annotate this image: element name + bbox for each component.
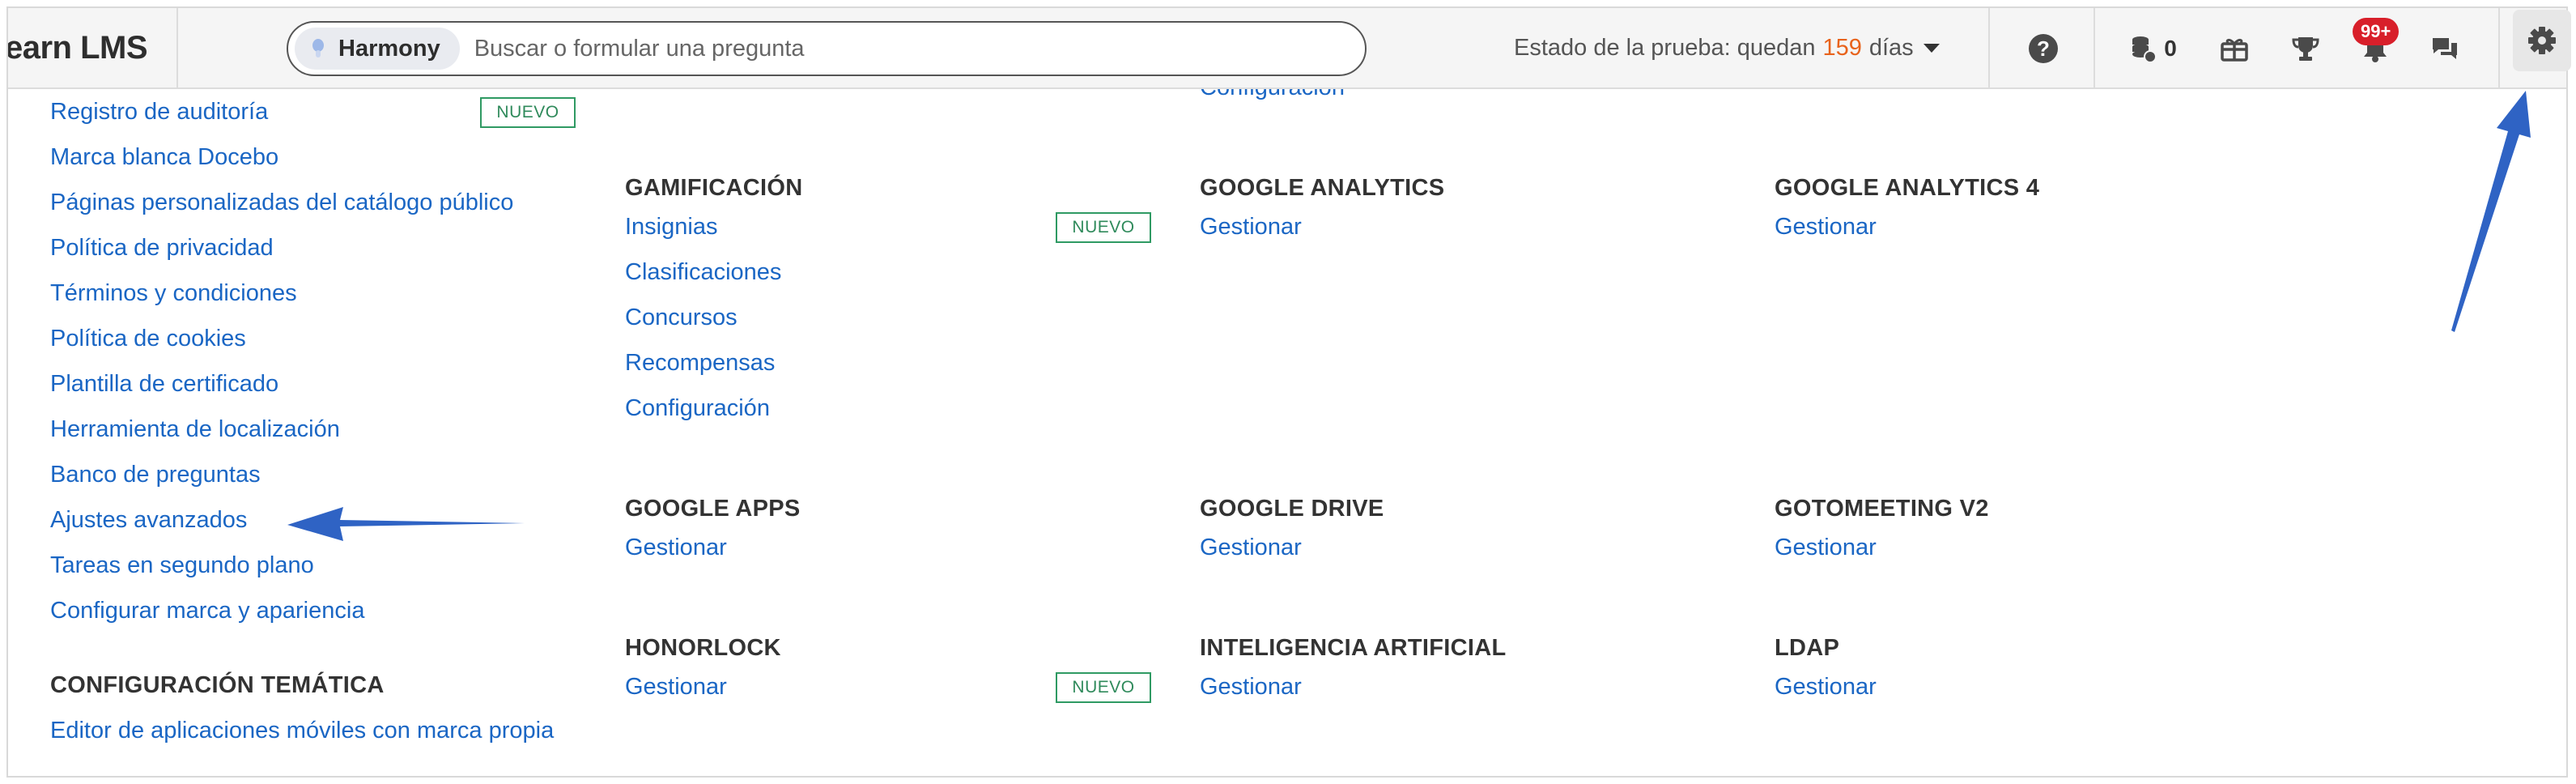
trophy-icon [2292,37,2319,61]
help-button[interactable]: ? [2022,28,2064,70]
menu-link-localization-tool[interactable]: Herramienta de localización [50,416,340,443]
section-title-gotomeeting: GOTOMEETING V2 [1775,496,1989,522]
menu-link-google-analytics-manage[interactable]: Gestionar [1200,214,1302,241]
divider [1988,8,1990,87]
trial-suffix: días [1868,34,1914,61]
menu-link-advanced-settings[interactable]: Ajustes avanzados [50,507,247,534]
search-bar[interactable]: Harmony Buscar o formular una pregunta [287,21,1367,76]
menu-link-mobile-app-editor[interactable]: Editor de aplicaciones móviles con marca… [50,718,554,744]
trial-status[interactable]: Estado de la prueba: quedan 159 días [1514,8,1940,87]
divider [2094,8,2095,87]
brand-logo[interactable]: earn LMS [8,8,178,87]
menu-link-question-bank[interactable]: Banco de preguntas [50,462,261,488]
trial-days: 159 [1822,34,1862,61]
top-bar: earn LMS Harmony Buscar o formular una p… [8,8,2566,89]
section-title-ldap: LDAP [1775,635,1840,661]
menu-link-audit-trail[interactable]: Registro de auditoría [50,99,268,126]
menu-link-public-catalog-pages[interactable]: Páginas personalizadas del catálogo públ… [50,190,513,216]
menu-link-background-jobs[interactable]: Tareas en segundo plano [50,552,314,579]
trial-prefix: Estado de la prueba: quedan [1514,34,1816,61]
menu-link-leaderboards[interactable]: Clasificaciones [625,259,781,286]
search-input[interactable]: Buscar o formular una pregunta [474,36,805,62]
chat-icon [2433,38,2457,59]
coins-icon [2132,36,2157,63]
section-title-google-analytics-4: GOOGLE ANALYTICS 4 [1775,175,2040,201]
new-badge: NUEVO [480,97,576,128]
menu-link-certificate-template[interactable]: Plantilla de certificado [50,371,278,398]
caret-down-icon [1923,43,1940,53]
menu-link-google-analytics-4-manage[interactable]: Gestionar [1775,214,1877,241]
coins-count: 0 [2164,36,2177,61]
settings-button[interactable] [2513,10,2571,71]
new-badge: NUEVO [1056,672,1151,703]
harmony-label: Harmony [338,35,440,62]
section-title-google-apps: GOOGLE APPS [625,496,801,522]
menu-link-badges[interactable]: Insignias [625,214,717,241]
menu-link-google-drive-manage[interactable]: Gestionar [1200,535,1302,561]
section-title-google-analytics: GOOGLE ANALYTICS [1200,175,1445,201]
menu-link-branding[interactable]: Configurar marca y apariencia [50,598,364,624]
menu-link-google-apps-manage[interactable]: Gestionar [625,535,727,561]
gear-icon [2528,27,2556,54]
menu-link-ldap-manage[interactable]: Gestionar [1775,674,1877,701]
menu-link-terms[interactable]: Términos y condiciones [50,280,297,307]
section-title-gamification: GAMIFICACIÓN [625,175,803,201]
section-title-google-drive: GOOGLE DRIVE [1200,496,1384,522]
section-title-theme: CONFIGURACIÓN TEMÁTICA [50,672,385,698]
menu-link-gotomeeting-manage[interactable]: Gestionar [1775,535,1877,561]
rewards-button[interactable] [2215,28,2254,70]
section-title-honorlock: HONORLOCK [625,635,781,661]
notifications-badge: 99+ [2353,18,2400,45]
leaderboard-button[interactable] [2286,28,2325,70]
menu-link-rewards[interactable]: Recompensas [625,350,775,377]
menu-link-cookie-policy[interactable]: Política de cookies [50,326,246,352]
harmony-icon [312,39,324,58]
messages-button[interactable] [2425,28,2464,70]
brand-name: earn LMS [6,29,148,66]
help-icon: ? [2029,34,2058,63]
new-badge: NUEVO [1056,212,1151,243]
section-title-ai: INTELIGENCIA ARTIFICIAL [1200,635,1507,661]
menu-link-ai-manage[interactable]: Gestionar [1200,674,1302,701]
menu-link-privacy-policy[interactable]: Política de privacidad [50,235,274,262]
divider [2498,8,2500,87]
menu-link-contests[interactable]: Concursos [625,305,738,331]
coins-button[interactable]: 0 [2121,28,2186,70]
menu-link-white-label[interactable]: Marca blanca Docebo [50,144,278,171]
gift-icon [2221,38,2248,62]
harmony-chip[interactable]: Harmony [295,28,460,70]
menu-link-honorlock-manage[interactable]: Gestionar [625,674,727,701]
app-window: earn LMS Harmony Buscar o formular una p… [6,6,2568,778]
menu-link-gamification-config[interactable]: Configuración [625,395,770,422]
